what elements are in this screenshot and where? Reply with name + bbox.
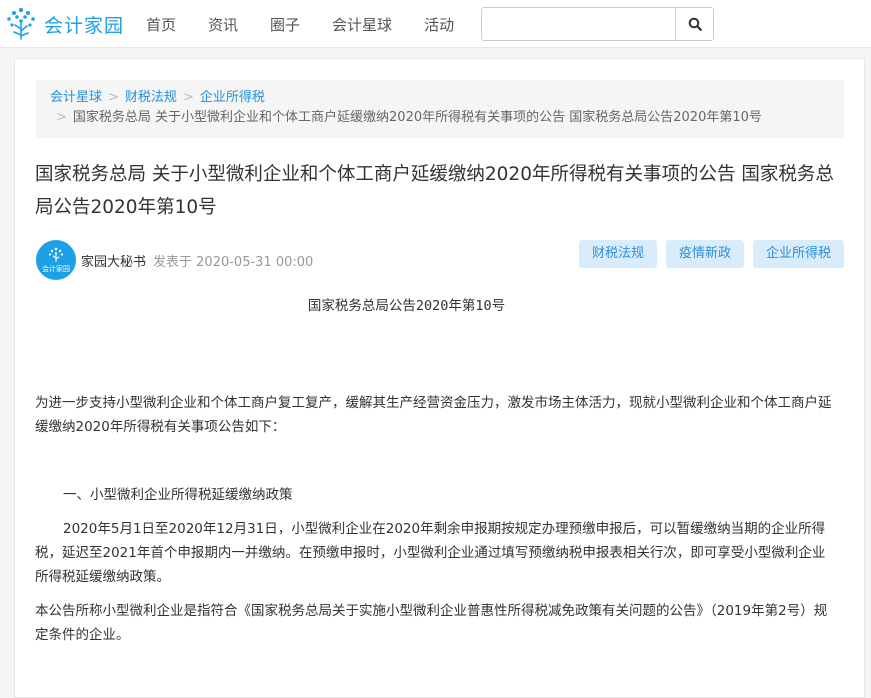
- announcement-number: 国家税务总局公告2020年第10号: [307, 298, 506, 314]
- author-name[interactable]: 家园大秘书: [81, 251, 146, 270]
- avatar-label: 会计家园: [42, 264, 70, 273]
- article-paragraph-policy: 2020年5月1日至2020年12月31日，小型微利企业在2020年剩余申报期按…: [35, 521, 826, 585]
- tag-tax-regulations[interactable]: 财税法规: [578, 240, 657, 268]
- breadcrumb-separator: >: [182, 90, 194, 105]
- avatar[interactable]: 会计家园: [36, 240, 76, 280]
- nav-events[interactable]: 活动: [424, 14, 454, 35]
- search-button[interactable]: [675, 8, 713, 40]
- breadcrumb-item-accounting-planet[interactable]: 会计星球: [50, 90, 102, 105]
- search-icon: [688, 17, 702, 31]
- article-section-heading: 一、小型微利企业所得税延缓缴纳政策: [63, 487, 293, 503]
- author-row: 会计家园 家园大秘书 发表于 2020-05-31 00:00 财税法规 疫情新…: [36, 240, 844, 280]
- article-paragraph-definition: 本公告所称小型微利企业是指符合《国家税务总局关于实施小型微利企业普惠性所得税减免…: [35, 603, 828, 643]
- logo-text: 会计家园: [44, 14, 125, 37]
- nav-circles[interactable]: 圈子: [270, 14, 300, 35]
- search-box: [481, 7, 714, 41]
- nav-accounting-planet[interactable]: 会计星球: [332, 14, 392, 35]
- breadcrumb-current: 国家税务总局 关于小型微利企业和个体工商户延缓缴纳2020年所得税有关事项的公告…: [72, 110, 762, 125]
- nav-home[interactable]: 首页: [146, 14, 176, 35]
- logo-tree-icon: [7, 7, 35, 40]
- tag-corporate-income-tax[interactable]: 企业所得税: [752, 240, 844, 268]
- article-title: 国家税务总局 关于小型微利企业和个体工商户延缓缴纳2020年所得税有关事项的公告…: [35, 164, 834, 218]
- breadcrumb-item-tax-regulations[interactable]: 财税法规: [125, 90, 177, 105]
- top-navbar: 会计家园 首页 资讯 圈子 会计星球 活动: [0, 0, 871, 48]
- breadcrumb-separator: >: [56, 110, 67, 125]
- search-input[interactable]: [482, 8, 675, 40]
- tree-icon: [48, 247, 64, 262]
- post-time-prefix: 发表于: [153, 255, 193, 270]
- tag-list: 财税法规 疫情新政 企业所得税: [578, 240, 844, 268]
- post-time: 发表于 2020-05-31 00:00: [153, 251, 313, 270]
- article-paragraph-intro: 为进一步支持小型微利企业和个体工商户复工复产，缓解其生产经营资金压力，激发市场主…: [35, 395, 832, 435]
- breadcrumb: 会计星球 > 财税法规 > 企业所得税 > 国家税务总局 关于小型微利企业和个体工商户延缓…: [36, 80, 844, 138]
- site-logo[interactable]: 会计家园: [2, 4, 124, 44]
- nav-news[interactable]: 资讯: [208, 14, 238, 35]
- breadcrumb-separator: >: [108, 90, 119, 105]
- breadcrumb-item-corporate-income-tax[interactable]: 企业所得税: [200, 90, 265, 105]
- post-time-value: 2020-05-31 00:00: [196, 255, 314, 270]
- tag-epidemic-policy[interactable]: 疫情新政: [665, 240, 744, 268]
- main-nav: 首页 资讯 圈子 会计星球 活动: [146, 0, 486, 48]
